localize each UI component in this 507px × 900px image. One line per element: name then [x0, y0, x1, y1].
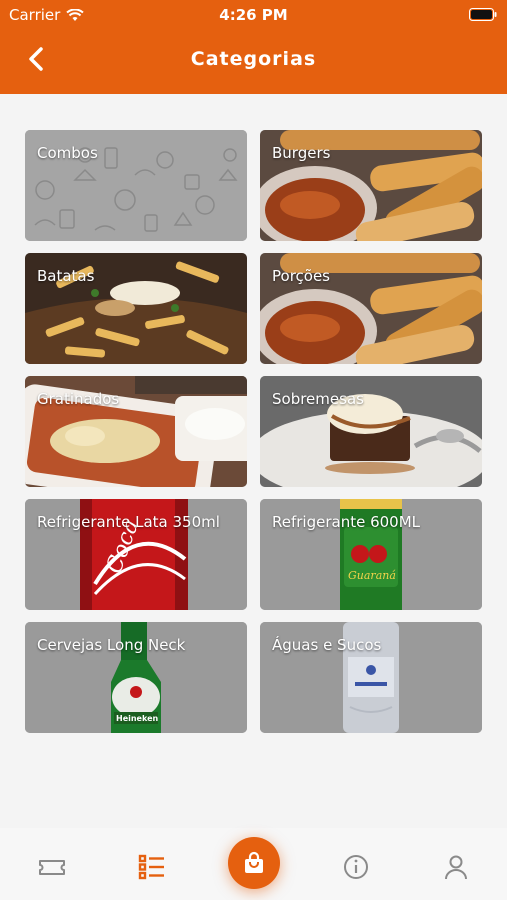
page-title: Categorias — [190, 48, 317, 70]
category-card-batatas[interactable]: Batatas — [25, 253, 247, 364]
list-icon[interactable] — [137, 852, 167, 882]
status-bar: Carrier 4:26 PM — [0, 0, 507, 30]
category-card-combos[interactable]: Combos — [25, 130, 247, 241]
battery-icon — [469, 8, 497, 21]
category-label: Águas e Sucos — [272, 636, 382, 654]
category-label: Gratinados — [37, 390, 120, 408]
shopping-bag-icon — [245, 851, 263, 873]
category-card-cervejas[interactable]: Heineken Cervejas Long Neck — [25, 622, 247, 733]
category-label: Batatas — [37, 267, 95, 285]
info-icon[interactable] — [341, 852, 371, 882]
category-label: Burgers — [272, 144, 331, 162]
category-card-aguas-sucos[interactable]: Águas e Sucos — [260, 622, 482, 733]
category-label: Cervejas Long Neck — [37, 636, 186, 654]
user-icon[interactable] — [441, 852, 471, 882]
category-label: Refrigerante 600ML — [272, 513, 421, 531]
category-card-refrigerante-lata[interactable]: Coca Refrigerante Lata 350ml — [25, 499, 247, 610]
ticket-icon[interactable] — [37, 852, 67, 882]
category-label: Sobremesas — [272, 390, 364, 408]
svg-text:Heineken: Heineken — [116, 714, 159, 723]
category-card-refrigerante-600[interactable]: Guaraná Refrigerante 600ML — [260, 499, 482, 610]
category-grid: Combos Burgers Batatas Porções Gratinado… — [25, 130, 483, 733]
category-card-sobremesas[interactable]: Sobremesas — [260, 376, 482, 487]
svg-text:Guaraná: Guaraná — [348, 569, 396, 582]
category-card-gratinados[interactable]: Gratinados — [25, 376, 247, 487]
category-label: Porções — [272, 267, 330, 285]
category-card-porcoes[interactable]: Porções — [260, 253, 482, 364]
cart-button[interactable] — [228, 837, 280, 889]
status-time: 4:26 PM — [219, 6, 288, 24]
category-label: Combos — [37, 144, 98, 162]
category-label: Refrigerante Lata 350ml — [37, 513, 220, 531]
category-card-burgers[interactable]: Burgers — [260, 130, 482, 241]
header-bar: Carrier 4:26 PM Categorias — [0, 0, 507, 94]
